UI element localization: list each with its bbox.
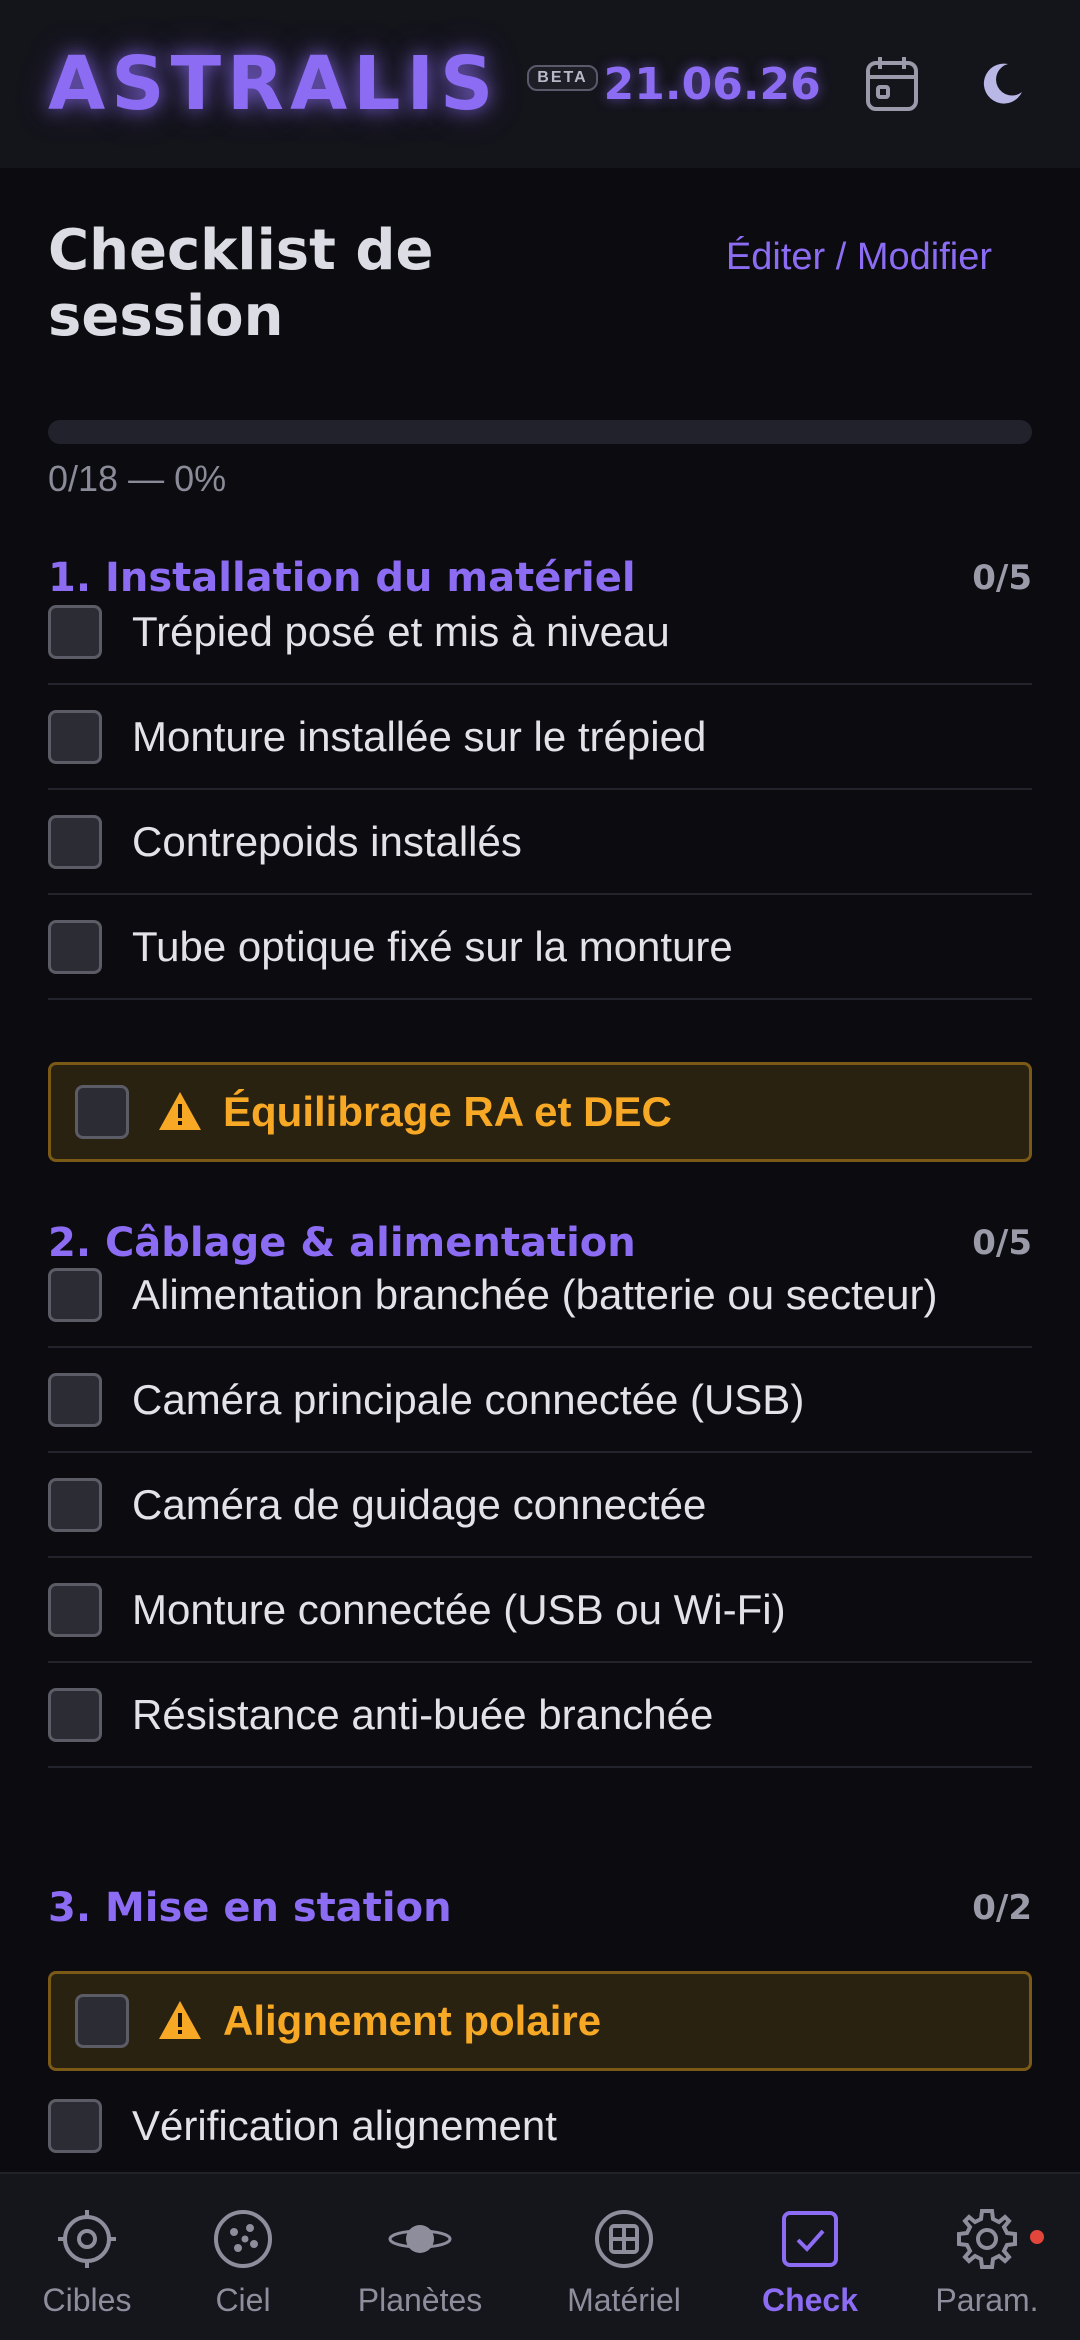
nav-label: Cibles [42,2282,132,2318]
item-label: Alignement polaire [223,1997,602,2044]
checkbox[interactable] [48,1268,102,1322]
top-bar: ASTRALIS BETA 21.06.26 [0,0,1080,168]
checkbox[interactable] [48,2099,102,2153]
checkbox[interactable] [48,815,102,869]
item-label: Trépied posé et mis à niveau [132,608,670,655]
app-logo: ASTRALIS [48,41,500,127]
nav-item-cibles[interactable]: Cibles [2,2174,172,2340]
progress-bar [48,420,1032,444]
item-label: Monture connectée (USB ou Wi-Fi) [132,1586,786,1633]
checklist-item[interactable]: Vérification alignement [48,2075,1032,2179]
sky-icon [210,2206,276,2272]
checklist-item[interactable]: Alimentation branchée (batterie ou secte… [48,1244,1032,1348]
checkbox[interactable] [48,1583,102,1637]
nav-item-ciel[interactable]: Ciel [158,2174,328,2340]
nav-label: Planètes [357,2282,483,2318]
item-label: Résistance anti-buée branchée [132,1691,714,1738]
item-label: Vérification alignement [132,2102,557,2149]
checkbox[interactable] [48,710,102,764]
checklist-item[interactable]: Caméra principale connectée (USB) [48,1349,1032,1453]
checklist-item[interactable]: Résistance anti-buée branchée [48,1664,1032,1768]
title-row: Checklist de session Éditer / Modifier [48,168,1032,418]
nav-label: Check [761,2282,859,2318]
beta-badge: BETA [527,65,598,91]
checklist-item[interactable]: Trépied posé et mis à niveau [48,581,1032,685]
item-label: Équilibrage RA et DEC [223,1088,672,1135]
planet-icon [387,2206,453,2272]
checklist-item-warning[interactable]: Équilibrage RA et DEC [48,1062,1032,1162]
warning-icon [157,1999,203,2043]
item-label: Caméra principale connectée (USB) [132,1376,805,1423]
check-icon [777,2206,843,2272]
item-label: Alimentation branchée (batterie ou secte… [132,1271,938,1318]
checkbox[interactable] [48,1478,102,1532]
checklist-item-warning[interactable]: Alignement polaire [48,1971,1032,2071]
section-header[interactable]: 3. Mise en station 0/2 [48,1878,1032,1938]
warning-icon [157,1090,203,1134]
nav-label: Matériel [567,2282,681,2318]
item-label: Contrepoids installés [132,818,522,865]
item-label: Caméra de guidage connectée [132,1481,707,1528]
moon-icon[interactable] [970,52,1034,116]
item-label: Tube optique fixé sur la monture [132,923,733,970]
app: ASTRALIS BETA 21.06.26 Checklist de sess… [0,0,1080,2340]
page-title: Checklist de session [48,218,434,349]
checkbox[interactable] [75,1085,129,1139]
checkbox[interactable] [48,1688,102,1742]
target-icon [54,2206,120,2272]
section-title: 3. Mise en station [48,1885,452,1931]
nav-label: Param. [935,2282,1039,2318]
checklist-item[interactable]: Contrepoids installés [48,791,1032,895]
checklist-item[interactable]: Caméra de guidage connectée [48,1454,1032,1558]
progress-text: 0/18 — 0% [48,458,227,499]
checklist-item[interactable]: Tube optique fixé sur la monture [48,896,1032,1000]
checklist-content: Checklist de session Éditer / Modifier 0… [48,168,1032,2179]
calendar-icon[interactable] [860,52,924,116]
nav-item-param[interactable]: Param. [902,2174,1072,2340]
checkbox[interactable] [48,1373,102,1427]
nav-label: Ciel [215,2282,271,2318]
checklist-item[interactable]: Monture installée sur le trépied [48,686,1032,790]
gear-icon [954,2206,1020,2272]
equipment-icon [591,2206,657,2272]
nav-item-planetes[interactable]: Planètes [335,2174,505,2340]
section-count: 0/2 [972,1888,1032,1928]
edit-button[interactable]: Éditer / Modifier [726,236,992,279]
nav-item-materiel[interactable]: Matériel [539,2174,709,2340]
nav-item-check[interactable]: Check [725,2174,895,2340]
checklist-item[interactable]: Monture connectée (USB ou Wi-Fi) [48,1559,1032,1663]
notification-dot [1030,2230,1044,2244]
session-date[interactable]: 21.06.26 [604,59,821,110]
checkbox[interactable] [48,920,102,974]
item-label: Monture installée sur le trépied [132,713,707,760]
checkbox[interactable] [75,1994,129,2048]
checkbox[interactable] [48,605,102,659]
bottom-nav: Cibles Ciel Planètes Matériel Check Para… [0,2172,1080,2340]
